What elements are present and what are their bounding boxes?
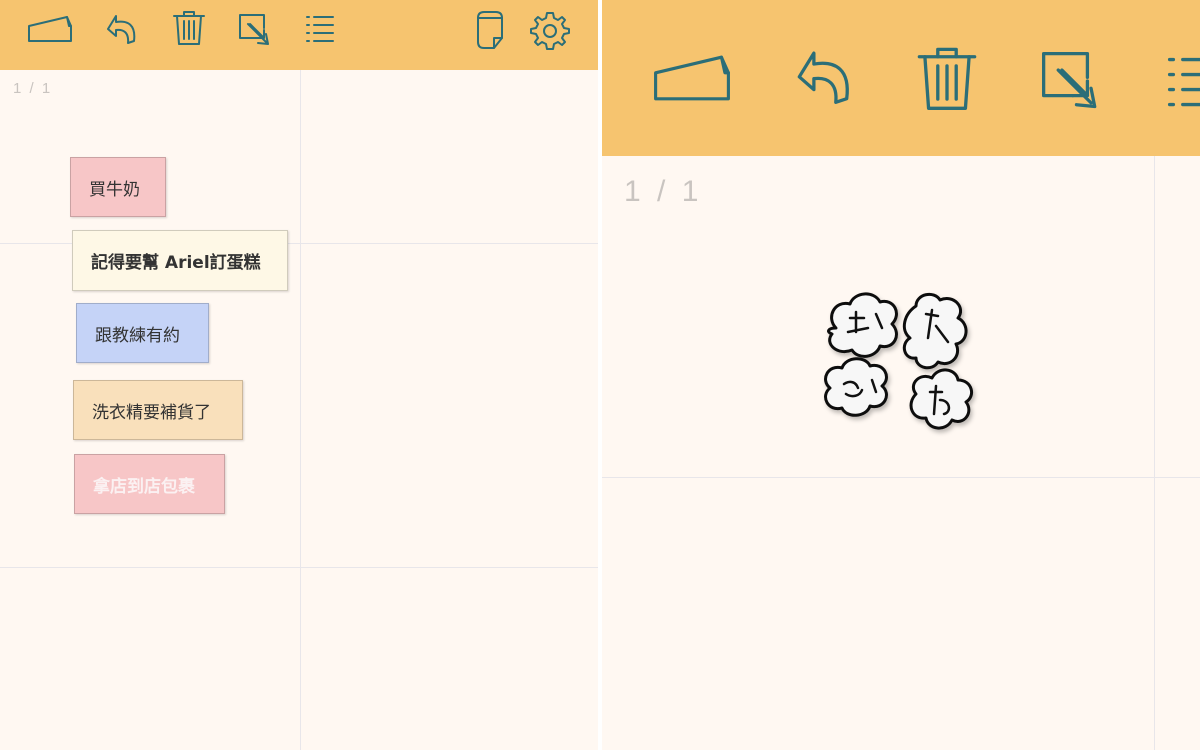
export-icon[interactable] [238, 12, 272, 48]
left-board-panel: 1 / 1 買牛奶 記得要幫 Ariel訂蛋糕 跟教練有約 洗衣精要補貨了 拿店… [0, 0, 598, 750]
top-toolbar [0, 0, 598, 70]
sticky-note-icon[interactable] [27, 14, 73, 44]
top-toolbar [602, 0, 1200, 156]
sticky-note-icon[interactable] [650, 52, 734, 104]
cloud-doodle-icon [824, 292, 974, 430]
list-icon[interactable] [304, 13, 336, 45]
device-icon[interactable] [474, 10, 506, 50]
cloud-doodle-sticker[interactable] [816, 288, 986, 453]
grid-line [602, 477, 1200, 478]
page-indicator: 1 / 1 [624, 175, 703, 208]
sticky-note[interactable]: 記得要幫 Ariel訂蛋糕 [72, 230, 288, 291]
export-icon[interactable] [1040, 48, 1102, 114]
grid-line [0, 567, 598, 568]
trash-icon[interactable] [912, 42, 982, 112]
list-icon[interactable] [1164, 52, 1200, 112]
sticky-note[interactable]: 買牛奶 [70, 157, 166, 217]
undo-icon[interactable] [788, 44, 858, 106]
sticky-note[interactable]: 跟教練有約 [76, 303, 209, 363]
undo-icon[interactable] [102, 11, 140, 45]
gear-icon[interactable] [530, 10, 570, 50]
trash-icon[interactable] [170, 8, 208, 46]
sticky-note[interactable]: 拿店到店包裹 [74, 454, 225, 514]
page-indicator: 1 / 1 [13, 80, 53, 97]
grid-line [1154, 156, 1155, 750]
grid-line [300, 70, 301, 750]
right-board-panel: 1 / 1 [602, 0, 1200, 750]
sticky-note[interactable]: 洗衣精要補貨了 [73, 380, 243, 440]
